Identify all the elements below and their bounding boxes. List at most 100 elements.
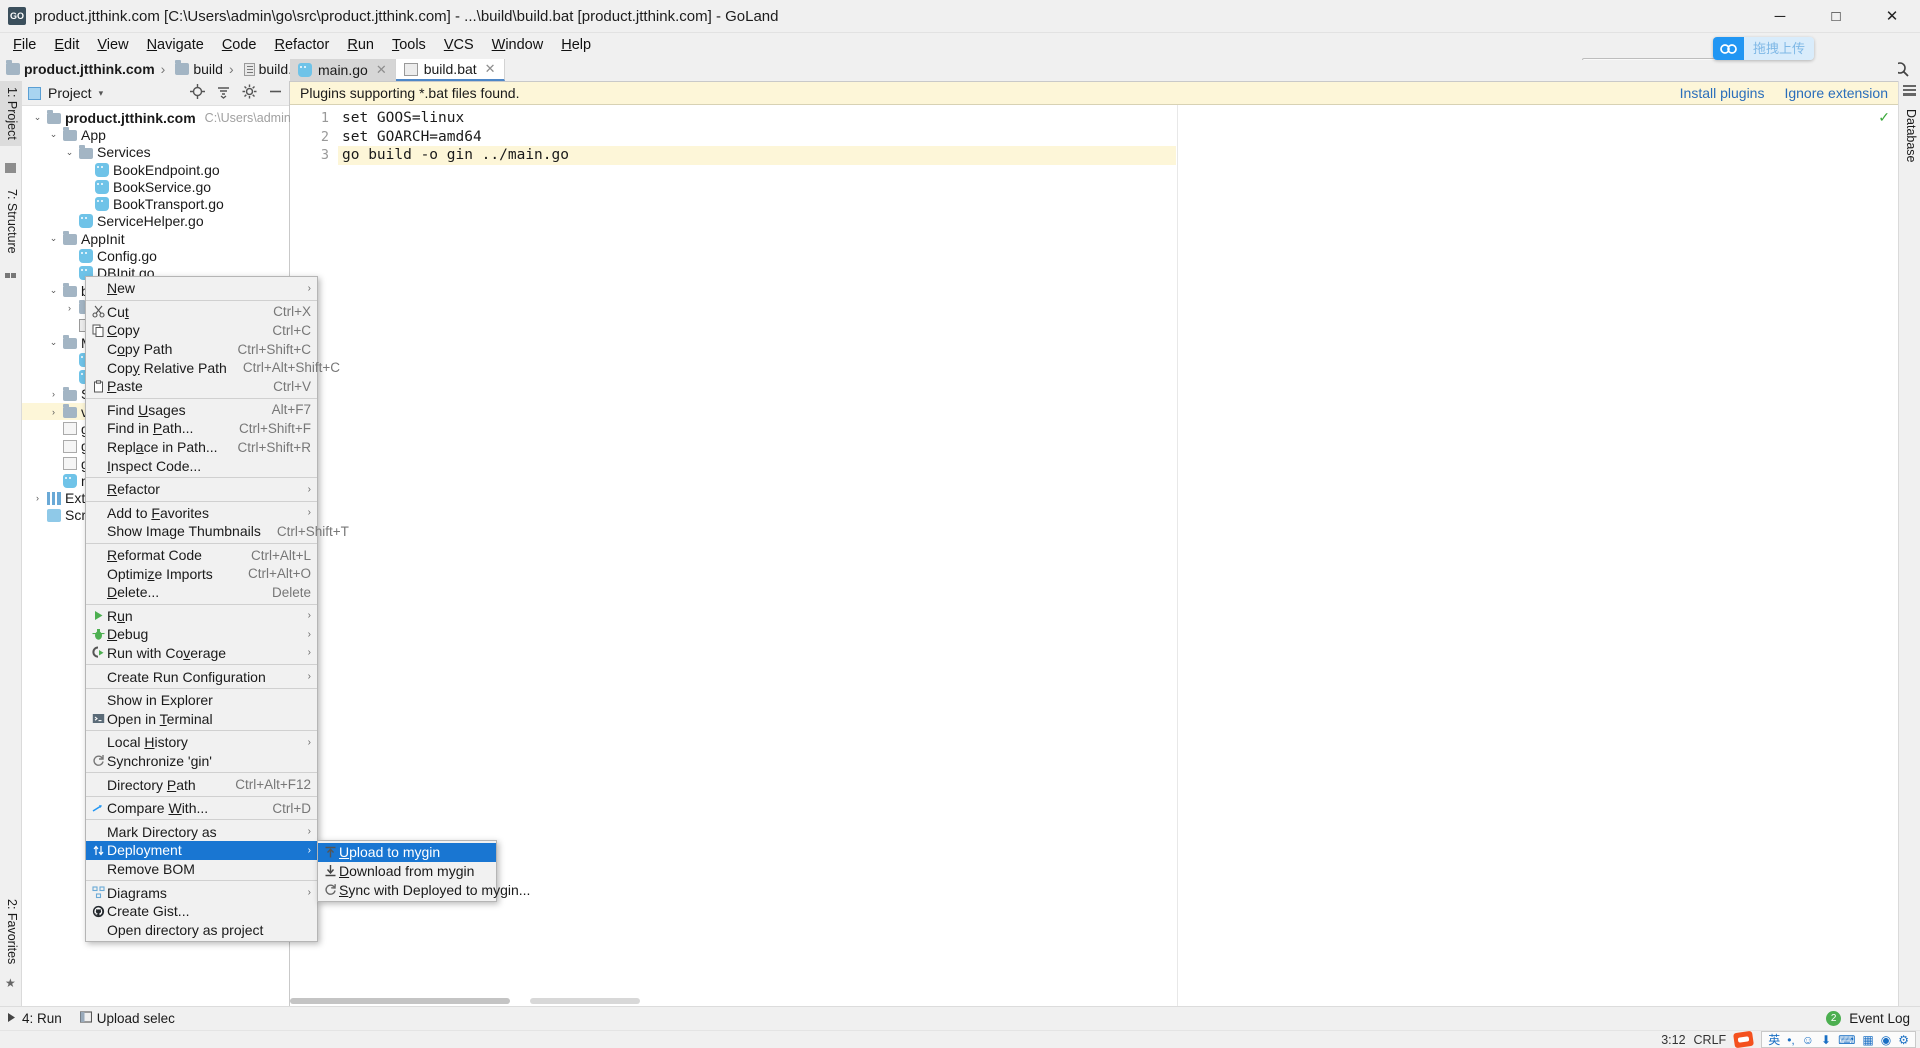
context-menu-item-replace-in-path[interactable]: Replace in Path... Ctrl+Shift+R [86,438,317,457]
sidebar-item-structure[interactable]: 7: Structure [0,183,22,260]
close-icon[interactable]: ✕ [485,61,496,77]
context-menu-item-mark-directory-as[interactable]: Mark Directory as › [86,822,317,841]
context-menu-item-copy[interactable]: Copy Ctrl+C [86,321,317,340]
tree-item-services[interactable]: ⌄ Services [22,144,289,161]
ime-glyph-6[interactable]: ◉ [1881,1033,1891,1047]
context-menu-item-diagrams[interactable]: Diagrams › [86,883,317,902]
menu-edit[interactable]: Edit [45,35,88,55]
locate-icon[interactable] [190,83,205,103]
tree-item-bookendpoint-go[interactable]: BookEndpoint.go [22,161,289,178]
code-editor[interactable]: 1 2 3 set GOOS=linux set GOARCH=amd64 go bui… [290,105,1898,1006]
minimize-button[interactable]: ─ [1752,0,1808,33]
code-line[interactable]: go build -o gin ../main.go [338,146,1176,165]
ime-glyph-5[interactable]: ▦ [1862,1033,1873,1047]
tree-item-servicehelper-go[interactable]: ServiceHelper.go [22,213,289,230]
cloud-upload-badge[interactable]: 拖拽上传 [1712,37,1814,60]
context-menu-item-open-in-terminal[interactable]: Open in Terminal [86,709,317,728]
bottom-item-run[interactable]: 4: Run [6,1011,62,1026]
tree-item-booktransport-go[interactable]: BookTransport.go [22,195,289,212]
sogou-ime-icon[interactable] [1733,1030,1755,1048]
context-menu-item-add-to-favorites[interactable]: Add to Favorites › [86,504,317,523]
expand-arrow-icon[interactable]: › [48,407,59,417]
menu-vcs[interactable]: VCS [435,35,483,55]
context-menu-item-create-run-configuration[interactable]: Create Run Configuration › [86,667,317,686]
context-menu-item-directory-path[interactable]: Directory Path Ctrl+Alt+F12 [86,775,317,794]
caret-position[interactable]: 3:12 [1661,1033,1685,1047]
ime-glyph-4[interactable]: ⌨ [1838,1033,1855,1047]
expand-arrow-icon[interactable]: ⌄ [48,129,59,140]
context-menu-item-synchronize-gin[interactable]: Synchronize 'gin' [86,752,317,771]
menu-tools[interactable]: Tools [383,35,435,55]
context-menu-item-open-directory-as-project[interactable]: Open directory as project [86,920,317,939]
context-menu-item-local-history[interactable]: Local History › [86,733,317,752]
submenu-item-upload-to-mygin[interactable]: Upload to mygin [318,843,496,862]
context-menu-item-show-image-thumbnails[interactable]: Show Image Thumbnails Ctrl+Shift+T [86,522,349,541]
hide-icon[interactable] [268,84,283,103]
submenu-item-download-from-mygin[interactable]: Download from mygin [318,862,496,881]
expand-arrow-icon[interactable]: ⌄ [32,112,43,123]
ime-glyph-3[interactable]: ⬇ [1821,1033,1831,1047]
context-menu-item-delete[interactable]: Delete... Delete [86,583,317,602]
sidebar-item-favorites[interactable]: 2: Favorites [0,893,22,970]
line-separator[interactable]: CRLF [1694,1033,1727,1047]
menu-run[interactable]: Run [338,35,383,55]
tree-item-appinit[interactable]: ⌄ AppInit [22,230,289,247]
sidebar-item-database[interactable]: Database [1899,103,1920,169]
context-menu-item-paste[interactable]: Paste Ctrl+V [86,377,317,396]
context-menu-item-inspect-code[interactable]: Inspect Code... [86,456,317,475]
tree-item-config-go[interactable]: Config.go [22,247,289,264]
collapse-all-icon[interactable] [216,84,231,103]
context-menu-item-debug[interactable]: Debug › [86,625,317,644]
context-menu-item-deployment[interactable]: Deployment › [86,841,317,860]
ime-glyph-2[interactable]: ☺ [1802,1033,1814,1047]
horizontal-scrollbar[interactable] [290,998,510,1004]
editor-tab-build-bat[interactable]: build.bat ✕ [395,59,505,81]
context-menu-item-new[interactable]: New › [86,279,317,298]
ime-glyph-7[interactable]: ⚙ [1898,1033,1909,1047]
context-menu-item-copy-path[interactable]: Copy Path Ctrl+Shift+C [86,340,317,359]
gear-icon[interactable] [242,84,257,103]
breadcrumb-item-1[interactable]: build [155,60,223,77]
context-menu-item-find-in-path[interactable]: Find in Path... Ctrl+Shift+F [86,419,317,438]
chevron-down-icon[interactable]: ▾ [99,88,104,99]
context-menu-item-create-gist[interactable]: Create Gist... [86,902,317,921]
deployment-submenu[interactable]: Upload to mygin Download from mygin Sync w… [317,840,530,902]
menu-code[interactable]: Code [213,35,266,55]
expand-arrow-icon[interactable]: › [48,389,59,399]
bottom-item-upload[interactable]: Upload selec [79,1011,175,1026]
context-menu-item-remove-bom[interactable]: Remove BOM [86,860,317,879]
context-menu-item-run[interactable]: Run › [86,607,317,626]
context-menu-item-find-usages[interactable]: Find Usages Alt+F7 [86,401,317,420]
breadcrumb-item-0[interactable]: product.jtthink.com [6,60,155,77]
tree-item-app[interactable]: ⌄ App [22,126,289,143]
ime-toolbar[interactable]: 英 •, ☺ ⬇ ⌨ ▦ ◉ ⚙ [1761,1031,1916,1048]
ignore-extension-link[interactable]: Ignore extension [1784,85,1888,101]
menu-help[interactable]: Help [552,35,600,55]
close-icon[interactable]: ✕ [376,62,387,78]
context-menu-item-show-in-explorer[interactable]: Show in Explorer [86,691,317,710]
menu-navigate[interactable]: Navigate [138,35,213,55]
context-menu-item-reformat-code[interactable]: Reformat Code Ctrl+Alt+L [86,546,317,565]
code-line[interactable]: set GOOS=linux [338,109,1898,128]
expand-arrow-icon[interactable]: › [64,303,75,313]
ime-glyph-1[interactable]: •, [1787,1033,1795,1047]
context-menu-item-run-with-coverage[interactable]: Run with Coverage › [86,644,317,663]
expand-arrow-icon[interactable]: ⌄ [48,285,59,296]
context-menu-item-cut[interactable]: Cut Ctrl+X [86,303,317,322]
context-menu-item-compare-with[interactable]: Compare With... Ctrl+D [86,799,317,818]
horizontal-scrollbar-secondary[interactable] [530,998,640,1004]
close-button[interactable]: ✕ [1864,0,1920,33]
code-line[interactable]: set GOARCH=amd64 [338,128,1898,147]
menu-view[interactable]: View [88,35,137,55]
expand-arrow-icon[interactable]: › [32,493,43,503]
project-context-menu[interactable]: New › Cut Ctrl+X Copy Ctrl+C Copy Path Ctrl+Shi… [85,276,349,942]
context-menu-item-refactor[interactable]: Refactor › [86,480,317,499]
inspection-status-icon[interactable]: ✓ [1878,109,1890,126]
menu-refactor[interactable]: Refactor [266,35,339,55]
maximize-button[interactable]: □ [1808,0,1864,33]
expand-arrow-icon[interactable]: ⌄ [48,233,59,244]
submenu-item-sync-with-deployed-to-mygin[interactable]: Sync with Deployed to mygin... [318,880,530,899]
tree-item-bookservice-go[interactable]: BookService.go [22,178,289,195]
sidebar-item-project[interactable]: 1: Project [0,81,22,146]
install-plugins-link[interactable]: Install plugins [1680,85,1765,101]
